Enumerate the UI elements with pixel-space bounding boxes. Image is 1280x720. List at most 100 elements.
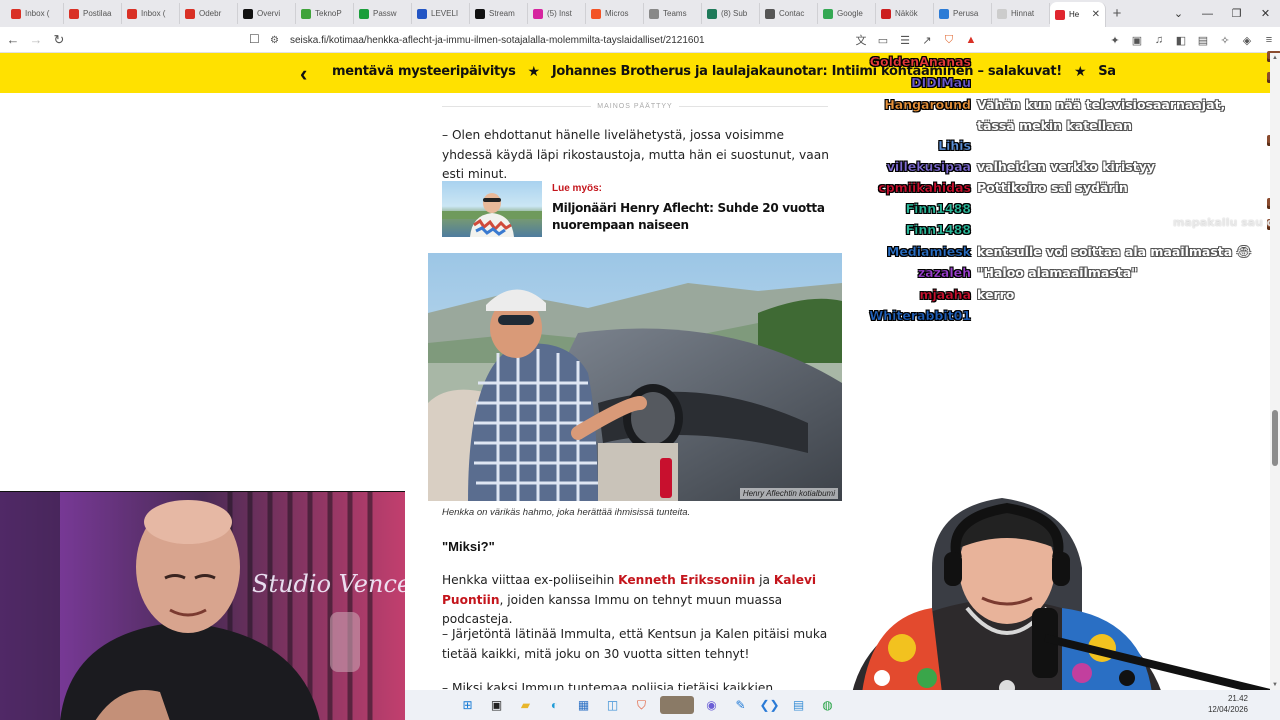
- sidepanel-icon[interactable]: ◧: [1170, 34, 1192, 47]
- cast-icon[interactable]: ▭: [872, 34, 894, 47]
- store-icon[interactable]: ▦: [573, 696, 595, 714]
- close-window-button[interactable]: ✕: [1251, 7, 1280, 20]
- share-icon[interactable]: ↗: [916, 34, 938, 47]
- minimize-button[interactable]: —: [1193, 8, 1222, 20]
- sidebar-toggle-icon[interactable]: ▣: [1126, 34, 1148, 47]
- chat-username[interactable]: mjaaha: [860, 284, 977, 305]
- taskbar: ⊞ ▣ ▰ ◐ ▦ ◫ ⛉ ◉ ✎ ❮❯ ▤ ◍ 21.42 12/04/202…: [405, 690, 1280, 720]
- chat-text: [977, 51, 1267, 72]
- browser-tab[interactable]: He ✕: [1050, 2, 1106, 27]
- close-tab-icon[interactable]: ✕: [1092, 9, 1100, 20]
- menu-icon[interactable]: ≡: [1258, 34, 1280, 46]
- browser-tab[interactable]: Micros: [586, 3, 644, 24]
- chat-text: kentsulle voi soittaa ala maailmasta 😂: [977, 244, 1252, 259]
- browser-tab[interactable]: Inbox (: [6, 3, 64, 24]
- tab-label: Micros: [605, 9, 629, 18]
- edge-icon[interactable]: ◐: [544, 696, 566, 714]
- brave-shield-icon[interactable]: ⛉: [938, 34, 960, 47]
- reload-icon[interactable]: ↻: [49, 32, 69, 48]
- tab-label: (8) Sub: [721, 9, 748, 18]
- media-icon[interactable]: ♫: [1148, 34, 1170, 46]
- clock-time: 21.42: [1227, 694, 1248, 703]
- browser-tab[interactable]: Hinnat: [992, 3, 1050, 24]
- person-link[interactable]: Kenneth Erikssoniin: [618, 573, 755, 587]
- chat-username[interactable]: Hangaround: [860, 94, 977, 136]
- chat-username[interactable]: DIDIMau: [860, 72, 977, 93]
- browser-tab[interactable]: (8) Sub: [702, 3, 760, 24]
- chat-username[interactable]: Finn1488: [860, 198, 977, 219]
- browser-tab[interactable]: Passw: [354, 3, 412, 24]
- chat-username[interactable]: Lihis: [860, 135, 977, 156]
- app-icon[interactable]: ◫: [602, 696, 624, 714]
- bookmark-icon[interactable]: ☐: [249, 32, 260, 46]
- app-icon[interactable]: ✎: [730, 696, 752, 714]
- browser-tab[interactable]: Odebr: [180, 3, 238, 24]
- notepad-icon[interactable]: ▤: [788, 696, 810, 714]
- chat-username[interactable]: cpmiikahidas: [860, 177, 977, 198]
- tab-favicon-icon: [939, 8, 949, 19]
- browser-tab[interactable]: (5) Inst: [528, 3, 586, 24]
- chat-username[interactable]: zazaleh: [860, 262, 977, 283]
- chat-text: kerro: [977, 287, 1015, 302]
- read-more-title[interactable]: Miljonääri Henry Aflecht: Suhde 20 vuott…: [552, 200, 832, 234]
- scroll-up-icon[interactable]: ▲: [1270, 55, 1280, 61]
- chat-username[interactable]: Mediamiesk: [860, 241, 977, 262]
- whatsapp-icon[interactable]: ◍: [817, 696, 839, 714]
- task-view-icon[interactable]: ▣: [486, 696, 508, 714]
- tab-favicon-icon: [881, 8, 891, 19]
- browser-tab[interactable]: TeknoP: [296, 3, 354, 24]
- browser-tab[interactable]: Postilaa: [64, 3, 122, 24]
- browser-tab[interactable]: Contac: [760, 3, 818, 24]
- chat-text: [977, 135, 1267, 156]
- read-more-thumbnail[interactable]: [442, 181, 542, 237]
- app-thumbnail-icon[interactable]: [659, 696, 694, 714]
- maximize-button[interactable]: ❐: [1222, 7, 1251, 20]
- browser-tab[interactable]: Inbox (: [122, 3, 180, 24]
- brave-icon[interactable]: ⛉: [631, 696, 653, 714]
- chat-username[interactable]: villekusipaa: [860, 156, 977, 177]
- vscode-icon[interactable]: ❮❯: [759, 696, 781, 714]
- browser-tab[interactable]: Teams: [644, 3, 702, 24]
- back-icon[interactable]: ←: [3, 32, 23, 47]
- start-icon[interactable]: ⊞: [457, 696, 479, 714]
- browser-tab[interactable]: LEVELI: [412, 3, 470, 24]
- new-tab-button[interactable]: +: [1106, 5, 1128, 22]
- tab-label: Näkök: [895, 9, 918, 18]
- browser-tab[interactable]: Google: [818, 3, 876, 24]
- chat-username[interactable]: GoldenAnanas: [860, 51, 977, 72]
- page-scrollbar[interactable]: ▲ ▼: [1270, 53, 1280, 690]
- browser-tab[interactable]: Perusa: [934, 3, 992, 24]
- reader-icon[interactable]: ☰: [894, 34, 916, 47]
- extensions-icon[interactable]: ✦: [1104, 34, 1126, 47]
- leo-ai-icon[interactable]: ✧: [1214, 34, 1236, 47]
- ticker-headline[interactable]: mentävä mysteeripäivitys: [332, 64, 516, 80]
- chat-text: Pottikoiro sai sydärin: [977, 180, 1128, 195]
- read-more-card[interactable]: Lue myös: Miljonääri Henry Aflecht: Suhd…: [442, 181, 837, 237]
- tab-search-icon[interactable]: ⌄: [1164, 7, 1193, 20]
- chat-username[interactable]: Finn1488: [860, 219, 977, 240]
- tab-favicon-icon: [11, 8, 21, 19]
- teams-icon[interactable]: ◉: [701, 696, 723, 714]
- system-clock[interactable]: 21.42 12/04/2026: [1208, 693, 1248, 715]
- tab-label: Odebr: [199, 9, 222, 18]
- vpn-icon[interactable]: ◈: [1236, 34, 1258, 47]
- tab-favicon-icon: [185, 8, 195, 19]
- wallet-icon[interactable]: ▤: [1192, 34, 1214, 47]
- tab-favicon-icon: [707, 8, 717, 19]
- file-explorer-icon[interactable]: ▰: [515, 696, 537, 714]
- scroll-down-icon[interactable]: ▼: [1270, 682, 1280, 688]
- browser-tab[interactable]: Overvi: [238, 3, 296, 24]
- address-actions: 文 ▭ ☰ ↗ ⛉ ▲: [850, 30, 982, 50]
- url-text[interactable]: seiska.fi/kotimaa/henkka-aflecht-ja-immu…: [290, 35, 705, 46]
- browser-tab[interactable]: Stream: [470, 3, 528, 24]
- tab-label: He: [1069, 10, 1080, 19]
- chat-username[interactable]: Whiterabbit01: [860, 305, 977, 326]
- brave-rewards-icon[interactable]: ▲: [960, 34, 982, 46]
- browser-tab[interactable]: Näkök: [876, 3, 934, 24]
- scrollbar-thumb[interactable]: [1272, 410, 1278, 466]
- site-info-icon[interactable]: ⚙: [270, 35, 290, 46]
- forward-icon[interactable]: →: [26, 32, 46, 47]
- translate-icon[interactable]: 文: [850, 32, 872, 48]
- chat-message: cpmiikahidas Pottikoiro sai sydärin: [860, 177, 1267, 198]
- ticker-back-icon[interactable]: ‹: [300, 61, 307, 87]
